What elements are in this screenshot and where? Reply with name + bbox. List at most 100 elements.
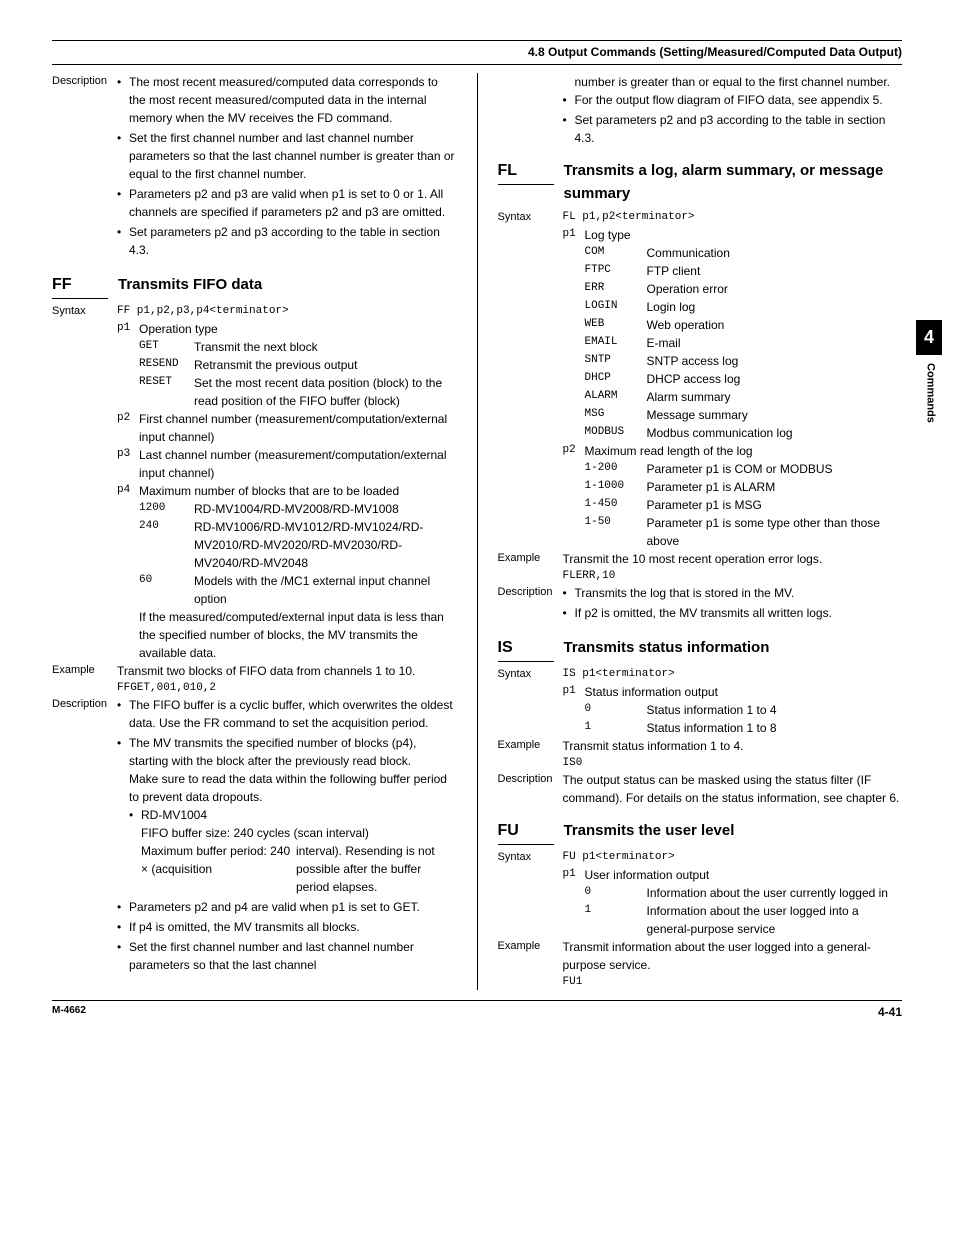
opt-val: Parameter p1 is some type other than tho… (647, 514, 903, 550)
description-label: Description (52, 696, 117, 713)
example-code: FFGET,001,010,2 (117, 680, 457, 697)
syntax-code: FU p1<terminator> (563, 849, 903, 866)
left-column: Description The most recent measured/com… (52, 73, 457, 990)
opt-val: Models with the /MC1 external input chan… (194, 572, 457, 608)
example-label: Example (498, 737, 563, 754)
footer-page-num: 4-41 (878, 1003, 902, 1021)
param-key: p1 (563, 226, 585, 442)
opt-key: 0 (585, 701, 647, 719)
desc-item: Parameters p2 and p3 are valid when p1 i… (117, 185, 457, 221)
opt-key: 1-50 (585, 514, 647, 550)
example-text: Transmit the 10 most recent operation er… (563, 550, 903, 568)
desc-item: For the output flow diagram of FIFO data… (563, 91, 903, 109)
opt-val: DHCP access log (647, 370, 903, 388)
desc-item: Transmits the log that is stored in the … (563, 584, 903, 602)
opt-val: Set the most recent data position (block… (194, 374, 457, 410)
opt-key: 1 (585, 902, 647, 938)
command-fu-title: Transmits the user level (564, 820, 735, 843)
desc-item: Set parameters p2 and p3 according to th… (117, 223, 457, 259)
param-key: p1 (563, 683, 585, 737)
page: 4.8 Output Commands (Setting/Measured/Co… (52, 40, 902, 1021)
param-key: p3 (117, 446, 139, 482)
command-is-name: IS (498, 636, 554, 662)
opt-val: Parameter p1 is COM or MODBUS (647, 460, 903, 478)
opt-key: SNTP (585, 352, 647, 370)
opt-key: 240 (139, 518, 194, 572)
opt-key: MSG (585, 406, 647, 424)
param-label: Log type (585, 226, 903, 244)
command-fl-name: FL (498, 159, 554, 185)
desc-item: Set parameters p2 and p3 according to th… (563, 111, 903, 147)
param-note: If the measured/computed/external input … (139, 608, 457, 662)
opt-key: 1200 (139, 500, 194, 518)
description-label: Description (498, 771, 563, 788)
opt-key: MODBUS (585, 424, 647, 442)
desc-sub-line: FIFO buffer size: 240 cycles (scan inter… (141, 824, 457, 842)
syntax-code: IS p1<terminator> (563, 666, 903, 683)
opt-val: RD-MV1006/RD-MV1012/RD-MV1024/RD-MV2010/… (194, 518, 457, 572)
syntax-label: Syntax (498, 666, 563, 683)
example-text: Transmit information about the user logg… (563, 938, 903, 974)
description-label: Description (52, 73, 117, 90)
param-key: p4 (117, 482, 139, 662)
syntax-code: FF p1,p2,p3,p4<terminator> (117, 303, 457, 320)
desc-sub-item: RD-MV1004 FIFO buffer size: 240 cycles (… (129, 806, 457, 896)
opt-key: DHCP (585, 370, 647, 388)
syntax-label: Syntax (52, 303, 117, 320)
opt-val: Information about the user logged into a… (647, 902, 903, 938)
param-label: User information output (585, 866, 903, 884)
example-label: Example (52, 662, 117, 679)
opt-val: Status information 1 to 8 (647, 719, 903, 737)
footer-doc-id: M-4662 (52, 1003, 86, 1021)
syntax-label: Syntax (498, 849, 563, 866)
right-column: number is greater than or equal to the f… (498, 73, 903, 990)
param-key: p2 (117, 410, 139, 446)
opt-val: Parameter p1 is ALARM (647, 478, 903, 496)
opt-key: 0 (585, 884, 647, 902)
param-label: Status information output (585, 683, 903, 701)
param-label: Maximum number of blocks that are to be … (139, 482, 457, 500)
description-text: The output status can be masked using th… (563, 771, 903, 807)
opt-key: 1 (585, 719, 647, 737)
opt-val: Communication (647, 244, 903, 262)
description-label: Description (498, 584, 563, 601)
example-text: Transmit two blocks of FIFO data from ch… (117, 662, 457, 680)
opt-val: Login log (647, 298, 903, 316)
opt-key: 1-200 (585, 460, 647, 478)
opt-val: RD-MV1004/RD-MV2008/RD-MV1008 (194, 500, 457, 518)
column-divider (477, 73, 478, 990)
desc-item: The FIFO buffer is a cyclic buffer, whic… (117, 696, 457, 732)
desc-item: The MV transmits the specified number of… (117, 734, 457, 896)
param-key: p1 (563, 866, 585, 938)
opt-val: Message summary (647, 406, 903, 424)
page-footer: M-4662 4-41 (52, 1000, 902, 1021)
command-ff-title: Transmits FIFO data (118, 274, 262, 297)
example-code: IS0 (563, 755, 903, 772)
opt-val: Transmit the next block (194, 338, 457, 356)
command-fl-title: Transmits a log, alarm summary, or messa… (564, 160, 903, 205)
opt-key: 1-450 (585, 496, 647, 514)
example-text: Transmit status information 1 to 4. (563, 737, 903, 755)
opt-key: RESET (139, 374, 194, 410)
example-code: FLERR,10 (563, 568, 903, 585)
cont-text: number is greater than or equal to the f… (575, 73, 903, 91)
opt-key: EMAIL (585, 334, 647, 352)
param-key: p2 (563, 442, 585, 550)
syntax-label: Syntax (498, 209, 563, 226)
desc-sub-line: Maximum buffer period: 240 × (acquisitio… (141, 842, 296, 896)
desc-item: Set the first channel number and last ch… (117, 129, 457, 183)
opt-val: Modbus communication log (647, 424, 903, 442)
desc-item: Parameters p2 and p4 are valid when p1 i… (117, 898, 457, 916)
opt-val: Parameter p1 is MSG (647, 496, 903, 514)
opt-key: ALARM (585, 388, 647, 406)
chapter-tab: 4 Commands (916, 320, 942, 500)
opt-key: FTPC (585, 262, 647, 280)
opt-key: GET (139, 338, 194, 356)
syntax-code: FL p1,p2<terminator> (563, 209, 903, 226)
chapter-label: Commands (916, 355, 939, 423)
command-is-title: Transmits status information (564, 637, 770, 660)
opt-key: WEB (585, 316, 647, 334)
param-key: p1 (117, 320, 139, 410)
param-text: First channel number (measurement/comput… (139, 410, 457, 446)
opt-val: Web operation (647, 316, 903, 334)
